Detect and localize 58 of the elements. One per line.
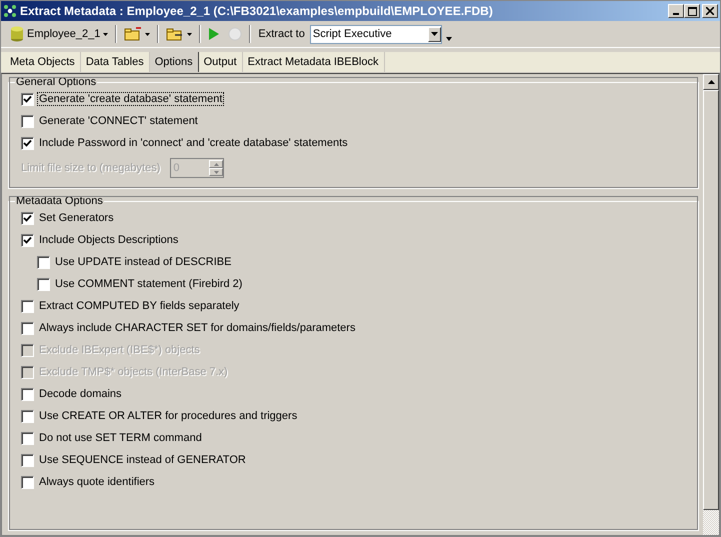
minimize-button[interactable] (668, 4, 684, 18)
tab[interactable]: Meta Objects (5, 52, 81, 72)
extract-target-dropdown[interactable]: Script Executive (310, 24, 442, 44)
maximize-icon (688, 6, 696, 16)
checkbox[interactable] (21, 454, 34, 466)
checkbox-label[interactable]: Use SEQUENCE instead of GENERATOR (37, 453, 248, 467)
checkbox-label[interactable]: Set Generators (37, 211, 116, 225)
caret-icon (187, 32, 192, 36)
checkbox[interactable] (21, 114, 34, 128)
checkbox[interactable] (21, 476, 34, 488)
checkbox[interactable] (21, 136, 34, 150)
checkbox[interactable] (21, 234, 34, 246)
tab[interactable]: Output (198, 52, 243, 72)
folder-icon (124, 27, 142, 41)
checkbox-label[interactable]: Decode domains (37, 387, 124, 401)
play-icon (208, 27, 220, 41)
close-button[interactable] (702, 4, 718, 18)
scroll-up-icon (708, 80, 714, 84)
vertical-scrollbar[interactable] (703, 74, 719, 535)
checkbox[interactable] (21, 300, 34, 312)
window-title: Extract Metadata : Employee_2_1 (C:\FB3021\examples\empbuild\EMPLOYEE.FDB) (20, 4, 493, 18)
spin-down-icon (214, 170, 219, 174)
checkbox[interactable] (37, 256, 50, 268)
checkbox-label[interactable]: Always include CHARACTER SET for domains/fields/parameters (37, 321, 358, 335)
checkbox[interactable] (21, 322, 34, 334)
group-title: General Options (15, 76, 98, 88)
extract-to-label: Extract to (258, 28, 305, 40)
stop-icon (228, 27, 242, 41)
checkbox[interactable] (21, 432, 34, 444)
checkbox-label[interactable]: Always quote identifiers (37, 475, 157, 489)
spin-up-icon (214, 162, 219, 166)
group-title: Metadata Options (15, 195, 104, 207)
checkbox-label[interactable]: Include Password in 'connect' and 'create database' statements (37, 136, 350, 150)
checkbox[interactable] (21, 410, 34, 422)
checkbox-label[interactable]: Include Objects Descriptions (37, 233, 180, 247)
tab[interactable]: Options (150, 52, 199, 72)
app-icon (3, 4, 17, 18)
checkbox[interactable] (21, 212, 34, 224)
checkbox-label[interactable]: Generate 'CONNECT' statement (37, 114, 200, 128)
dropdown-arrow-icon (430, 32, 438, 36)
checkbox-label[interactable]: Use CREATE OR ALTER for procedures and triggers (37, 409, 300, 423)
caret-icon (103, 32, 108, 36)
folder-icon (166, 27, 184, 41)
checkbox-label[interactable]: Extract COMPUTED BY fields separately (37, 299, 242, 313)
maximize-button[interactable] (684, 4, 700, 18)
database-selector[interactable]: Employee_2_1 (7, 24, 112, 44)
close-icon (706, 7, 714, 15)
caret-icon (145, 32, 150, 36)
toolbar-overflow-icon[interactable] (446, 37, 452, 41)
tab[interactable]: Extract Metadata IBEBlock (242, 52, 384, 72)
checkbox-label[interactable]: Do not use SET TERM command (37, 431, 204, 445)
checkbox-label[interactable]: Use UPDATE instead of DESCRIBE (53, 255, 234, 269)
database-icon (10, 26, 24, 42)
checkbox[interactable] (21, 92, 34, 106)
checkbox[interactable] (37, 278, 50, 290)
checkbox-label[interactable]: Generate 'create database' statement (37, 92, 224, 106)
checkbox[interactable] (21, 388, 34, 400)
checkbox-label[interactable]: Use COMMENT statement (Firebird 2) (53, 277, 244, 291)
